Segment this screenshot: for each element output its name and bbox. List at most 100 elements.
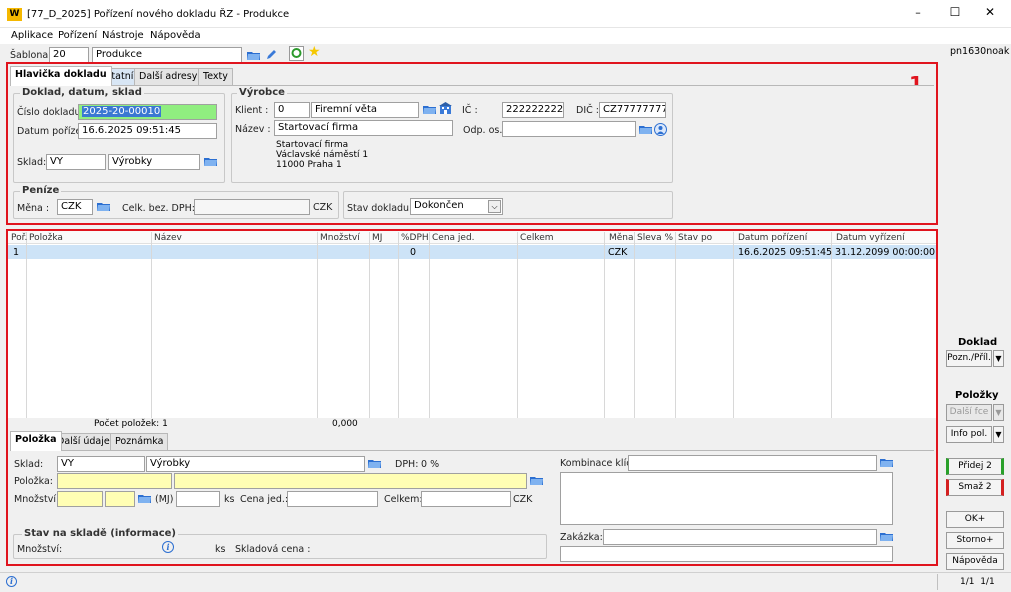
menu-napoveda[interactable]: Nápověda — [150, 30, 201, 41]
star-icon[interactable]: ★ — [308, 44, 321, 60]
folder-open-icon[interactable] — [530, 475, 544, 486]
item-polozka-code[interactable] — [57, 473, 172, 489]
items-grid[interactable] — [8, 231, 936, 418]
col-por[interactable]: Poř. — [11, 233, 27, 243]
col-sleva[interactable]: Sleva % — [637, 233, 673, 243]
menu-porizeni[interactable]: Pořízení — [58, 30, 97, 41]
pencil-icon[interactable] — [265, 49, 277, 61]
col-datum-vyrizeni[interactable]: Datum vyřízení — [836, 233, 905, 243]
stock-group-title: Stav na skladě (informace) — [22, 528, 178, 539]
smaz-button[interactable]: Smaž 2 — [946, 479, 1004, 496]
cell-mena: CZK — [608, 247, 628, 258]
folder-open-icon[interactable] — [138, 493, 152, 504]
sablona-name-input[interactable]: Produkce — [92, 47, 242, 63]
item-cena-label: Cena jed.: — [240, 494, 289, 505]
ok-button[interactable]: OK+ — [946, 511, 1004, 528]
polozky-section-title: Položky — [955, 390, 999, 401]
col-stav-po[interactable]: Stav po — [678, 233, 712, 243]
cell-por: 1 — [13, 247, 20, 258]
cell-dph: 0 — [410, 247, 417, 258]
klient-code-field[interactable]: 0 — [274, 102, 310, 118]
maximize-button[interactable]: ☐ — [945, 5, 965, 19]
klient-label: Klient : — [235, 105, 269, 116]
col-datum-porizeni[interactable]: Datum pořízení — [738, 233, 807, 243]
sklad-code-field[interactable]: VY — [46, 154, 106, 170]
folder-open-icon[interactable] — [204, 156, 218, 167]
folder-open-icon[interactable] — [368, 458, 382, 469]
item-polozka-label: Položka: — [14, 476, 53, 487]
col-nazev[interactable]: Název — [154, 233, 182, 243]
tab-poznamka[interactable]: Poznámka — [110, 433, 169, 451]
folder-open-icon[interactable] — [880, 531, 894, 542]
stav-dokladu-label: Stav dokladu: — [347, 203, 413, 214]
col-cena-jed[interactable]: Cena jed. — [432, 233, 475, 243]
tab-texty[interactable]: Texty — [198, 68, 233, 86]
cislo-dokladu-field[interactable]: 2025-20-00010 — [78, 104, 217, 120]
grid-total: 0,000 — [332, 419, 358, 429]
folder-open-icon[interactable] — [423, 104, 437, 115]
chevron-down-icon[interactable]: ▼ — [993, 350, 1004, 367]
kombinace-klicu-list[interactable] — [560, 472, 893, 525]
status-pages: 1/1 1/1 — [960, 577, 995, 587]
address-line-1: Startovací firma — [276, 140, 349, 150]
item-celkem-label: Celkem: — [384, 494, 423, 505]
app-icon: W — [7, 8, 22, 21]
item-celkem-field[interactable] — [421, 491, 511, 507]
zakazka-label: Zakázka: — [560, 532, 603, 543]
dic-label: DIČ : — [576, 105, 599, 116]
pozn-pril-button[interactable]: Pozn./Příl. — [946, 350, 992, 367]
zakazka-field[interactable] — [603, 529, 877, 545]
info-icon[interactable]: i — [162, 541, 174, 553]
col-polozka[interactable]: Položka — [29, 233, 63, 243]
tab-dalsi-adresy[interactable]: Další adresy — [134, 68, 203, 86]
napoveda-button[interactable]: Nápověda — [946, 553, 1004, 570]
item-mj-label: (MJ) — [155, 494, 174, 505]
stock-mnozstvi-label: Množství: — [17, 544, 63, 555]
close-button[interactable]: ✕ — [980, 5, 1000, 19]
col-mj[interactable]: MJ — [372, 233, 382, 243]
chevron-down-icon[interactable]: ⌵ — [488, 200, 501, 213]
address-line-2: Václavské náměstí 1 — [276, 150, 369, 160]
minimize-button[interactable]: – — [908, 6, 928, 19]
mena-label: Měna : — [17, 203, 50, 214]
item-mnozstvi-field[interactable] — [57, 491, 103, 507]
person-icon[interactable] — [654, 123, 667, 136]
ic-field[interactable]: 2222222222 — [502, 102, 564, 118]
folder-open-icon[interactable] — [639, 124, 653, 135]
folder-open-icon[interactable] — [97, 201, 111, 212]
mena-field[interactable]: CZK — [57, 199, 93, 215]
folder-open-icon[interactable] — [880, 457, 894, 468]
menu-aplikace[interactable]: Aplikace — [11, 30, 53, 41]
kombinace-klicu-field[interactable] — [628, 455, 877, 471]
tab-hlavicka-dokladu[interactable]: Hlavička dokladu — [10, 66, 112, 86]
sablona-input[interactable]: 20 — [49, 47, 89, 63]
building-icon[interactable] — [439, 102, 452, 115]
item-sklad-code[interactable]: VY — [57, 456, 145, 472]
dic-field[interactable]: CZ77777777 — [599, 102, 666, 118]
odp-os-field[interactable] — [502, 121, 636, 137]
status-info-icon[interactable]: i — [6, 576, 17, 587]
storno-button[interactable]: Storno+ — [946, 532, 1004, 549]
zakazka-name-field[interactable] — [560, 546, 893, 562]
item-sklad-name[interactable]: Výrobky — [146, 456, 365, 472]
item-mj-field[interactable] — [105, 491, 135, 507]
stock-ks-label: ks — [215, 544, 226, 555]
pridej-button[interactable]: Přidej 2 — [946, 458, 1004, 475]
menu-nastroje[interactable]: Nástroje — [102, 30, 144, 41]
info-pol-button[interactable]: Info pol. — [946, 426, 992, 443]
folder-open-icon[interactable] — [247, 50, 261, 61]
col-celkem[interactable]: Celkem — [520, 233, 554, 243]
item-cena-field[interactable] — [287, 491, 378, 507]
col-mena[interactable]: Měna — [609, 233, 634, 243]
chevron-down-icon[interactable]: ▼ — [993, 426, 1004, 443]
location-icon[interactable] — [289, 46, 304, 61]
item-mnozstvi-ks-field[interactable] — [176, 491, 220, 507]
sklad-name-field[interactable]: Výrobky — [108, 154, 200, 170]
col-dph[interactable]: %DPH — [401, 233, 429, 243]
datum-porizeni-field[interactable]: 16.6.2025 09:51:45 — [78, 123, 217, 139]
item-polozka-name[interactable] — [174, 473, 527, 489]
col-mnozstvi[interactable]: Množství — [320, 233, 360, 243]
nazev-field[interactable]: Startovací firma — [274, 120, 453, 136]
klient-name-field[interactable]: Firemní věta — [311, 102, 419, 118]
tab-polozka[interactable]: Položka — [10, 431, 62, 451]
